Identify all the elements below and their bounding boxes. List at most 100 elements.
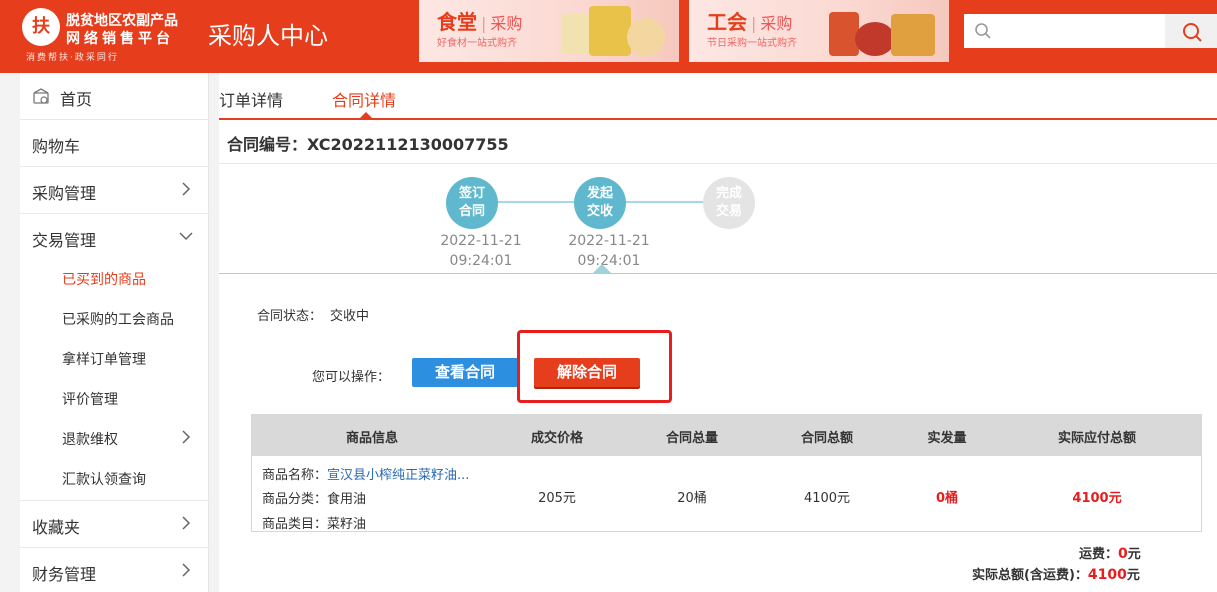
step-sign-contract: 签订 合同 [446,177,498,229]
sidebar-subitem-label: 退款维权 [62,432,118,448]
union-banner[interactable]: 工会 | 采购 节日采购一站式购齐 [689,0,949,62]
view-contract-button[interactable]: 查看合同 [412,358,518,387]
contract-number-value: XC2022112130007755 [307,135,509,154]
chevron-right-icon [182,563,191,577]
search-icon [975,23,991,39]
divider [219,163,1217,164]
sidebar-item-label: 采购管理 [32,184,97,203]
product-name-link[interactable]: 宣汉县小榨纯正菜籽油... [327,468,469,483]
step-date: 2022-11-21 [568,233,650,249]
canteen-banner[interactable]: 食堂 | 采购 好食材一站式购齐 [419,0,679,62]
logo-slogan: 消费帮扶·政采同行 [26,53,119,63]
sidebar-item-transactions[interactable]: 交易管理 [20,214,209,261]
actual-total-label: 实际总额(含运费)： [972,568,1088,583]
column-header-price: 成交价格 [530,431,583,446]
sidebar-item-finance[interactable]: 财务管理 [20,548,209,592]
logo-emblem-icon: 扶 [22,8,60,46]
step-date: 2022-11-21 [440,233,522,249]
step-time: 09:24:01 [449,253,513,269]
sidebar-item-label: 购物车 [32,137,81,156]
search-input[interactable] [1000,20,1160,42]
tab-order-details[interactable]: 订单详情 [219,87,283,111]
column-header-payable: 实际应付总额 [1057,431,1136,446]
tab-contract-details[interactable]: 合同详情 [332,87,396,111]
logo-title-line1: 脱贫地区农副产品 [66,13,178,29]
cell-payable: 4100元 [1072,491,1122,506]
product-category-line: 商品分类：食用油 [262,488,366,507]
cell-price: 205元 [538,491,576,506]
banner-main-text: 食堂 [437,10,477,34]
shipping-fee-value: 0 [1118,546,1128,562]
sidebar-subitem-label: 已买到的商品 [62,272,146,288]
main-content: 订单详情 合同详情 合同编号：XC2022112130007755 签订 合同 … [219,73,1217,592]
sidebar-item-cart[interactable]: 购物车 [20,120,209,167]
sidebar-subitem-remittance[interactable]: 汇款认领查询 [20,458,209,501]
search-box[interactable] [964,14,1217,48]
column-header-quantity: 合同总量 [665,431,718,446]
sidebar-item-home[interactable]: 首页 [20,73,209,120]
sidebar-item-label: 收藏夹 [32,518,81,537]
banner-sub-text: 采购 [490,14,523,33]
sidebar-item-favorites[interactable]: 收藏夹 [20,501,209,548]
contract-status-label: 合同状态： [257,309,323,324]
actual-total: 实际总额(含运费)：4100元 [972,564,1140,583]
operations-label: 您可以操作： [312,370,391,385]
contract-number: 合同编号：XC2022112130007755 [227,131,509,155]
food-products-image [559,4,669,58]
chevron-right-icon [182,182,191,196]
column-header-total: 合同总额 [800,431,853,446]
sidebar-subitem-sample-orders[interactable]: 拿样订单管理 [20,338,209,378]
current-step-indicator [593,264,611,273]
active-tab-indicator [360,112,372,118]
tab-bar: 订单详情 合同详情 [219,73,1217,120]
progress-divider [219,273,1217,274]
cell-quantity: 20桶 [677,491,707,506]
site-logo[interactable]: 扶 脱贫地区农副产品 网络销售平台 消费帮扶·政采同行 [22,8,192,64]
product-category-label: 商品分类： [262,492,328,507]
sidebar-subitem-refunds[interactable]: 退款维权 [20,418,209,458]
banner-separator: | [481,14,487,33]
banner-title: 食堂 | 采购 [437,6,522,35]
banner-title: 工会 | 采购 [707,6,792,35]
step-label-line2: 合同 [458,204,485,219]
banner-tagline: 好食材一站式购齐 [437,38,517,49]
product-category-value: 食用油 [327,492,367,507]
sidebar-nav: 首页 购物车 采购管理 交易管理 已买到的商品 已采购的工会商品 拿样订单管理 … [20,73,209,592]
sidebar-item-label: 财务管理 [32,565,97,584]
contract-status-value: 交收中 [330,309,370,324]
logo-title-line2: 网络销售平台 [66,31,174,47]
step-timestamp: 2022-11-21 09:24:01 [431,231,531,271]
sidebar-subitem-label: 拿样订单管理 [62,352,146,368]
step-label-line2: 交易 [715,204,742,219]
banner-main-text: 工会 [707,10,747,34]
highlight-annotation-box [517,330,672,403]
actual-total-value: 4100 [1087,567,1127,583]
contract-number-label: 合同编号： [227,135,308,154]
sidebar-subitem-label: 评价管理 [62,392,118,408]
step-label-line1: 完成 [715,186,742,201]
shipping-fee-unit: 元 [1127,547,1141,562]
sidebar-subitem-reviews[interactable]: 评价管理 [20,378,209,418]
home-icon [33,88,49,104]
cell-total: 4100元 [803,491,851,506]
gift-products-image [829,4,939,58]
sidebar-item-procurement[interactable]: 采购管理 [20,167,209,214]
product-type-label: 商品类目： [262,517,328,532]
table-header: 商品信息 成交价格 合同总量 合同总额 实发量 实际应付总额 [252,415,1201,456]
column-header-goods-info: 商品信息 [345,431,398,446]
sidebar-subitem-purchased-goods[interactable]: 已买到的商品 [20,258,209,298]
top-header: 扶 脱贫地区农副产品 网络销售平台 消费帮扶·政采同行 采购人中心 食堂 | 采购 … [0,0,1217,73]
product-type-line: 商品类目：菜籽油 [262,513,366,532]
step-label-line1: 签订 [458,186,485,201]
cell-shipped: 0桶 [935,491,959,506]
chevron-right-icon [182,516,191,530]
sidebar-item-label: 首页 [60,90,93,109]
sidebar-subitem-union-goods[interactable]: 已采购的工会商品 [20,298,209,338]
column-header-shipped: 实发量 [927,431,967,446]
actual-total-unit: 元 [1126,568,1140,583]
product-name-label: 商品名称： [262,468,328,483]
search-button[interactable] [1165,14,1217,48]
sidebar-item-label: 交易管理 [32,231,97,250]
chevron-down-icon [179,232,193,241]
shipping-fee-label: 运费： [1079,547,1119,562]
